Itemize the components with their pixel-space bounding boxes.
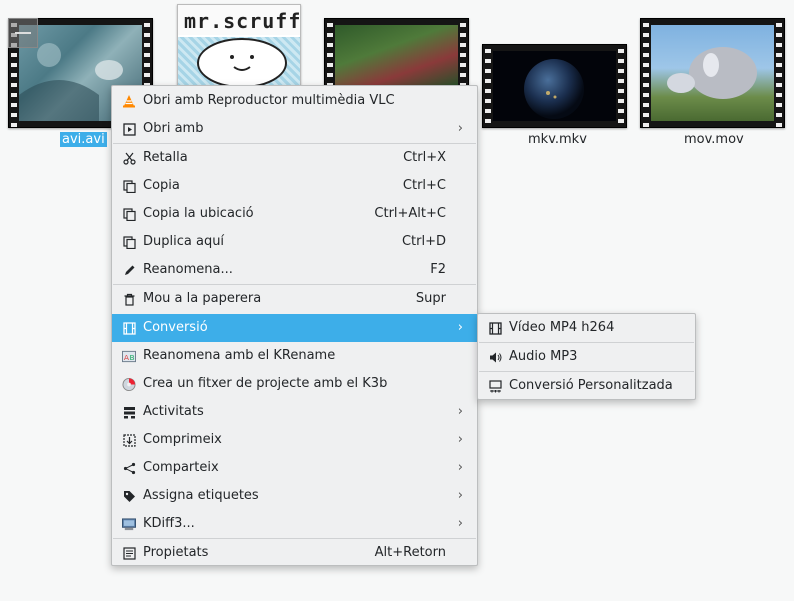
submenu-item-custom[interactable]: Conversió Personalitzada [478, 372, 695, 400]
svg-text:B: B [129, 352, 134, 361]
menu-item-activities[interactable]: Activitats › [112, 398, 477, 426]
menu-item-properties[interactable]: Propietats Alt+Retorn [112, 539, 477, 567]
open-with-icon [122, 122, 136, 136]
duplicate-icon [122, 235, 136, 249]
submenu-item-mp3[interactable]: Audio MP3 [478, 343, 695, 371]
menu-item-open-vlc[interactable]: Obri amb Reproductor multimèdia VLC [112, 87, 477, 115]
vlc-icon [122, 94, 136, 108]
compress-icon [122, 433, 136, 447]
krename-icon: AB [122, 349, 136, 363]
file-name: mov.mov [684, 132, 744, 147]
menu-item-conversion[interactable]: Conversió › [112, 314, 477, 342]
chevron-right-icon: › [457, 432, 463, 447]
chevron-right-icon: › [457, 516, 463, 531]
menu-item-compress[interactable]: Comprimeix › [112, 426, 477, 454]
activities-icon [122, 405, 136, 419]
copy-location-icon [122, 207, 136, 221]
share-icon [122, 461, 136, 475]
conversion-submenu: Vídeo MP4 h264 Audio MP3 Conversió Perso… [477, 313, 696, 400]
selection-toggle-icon[interactable] [8, 18, 38, 48]
copy-icon [122, 179, 136, 193]
k3b-icon [122, 377, 136, 391]
menu-item-kdiff3[interactable]: KDiff3... › [112, 510, 477, 538]
film-icon [488, 321, 502, 335]
file-name: avi.avi [60, 132, 107, 147]
menu-item-cut[interactable]: Retalla Ctrl+X [112, 144, 477, 172]
menu-item-move-to-trash[interactable]: Mou a la paperera Supr [112, 285, 477, 313]
menu-item-copy-location[interactable]: Copia la ubicació Ctrl+Alt+C [112, 200, 477, 228]
file-name: mkv.mkv [528, 132, 587, 147]
video-thumbnail[interactable] [482, 44, 627, 128]
menu-item-krename[interactable]: AB Reanomena amb el KRename [112, 342, 477, 370]
video-thumbnail[interactable] [324, 18, 469, 92]
properties-icon [122, 546, 136, 560]
video-thumbnail[interactable] [640, 18, 785, 128]
chevron-right-icon: › [457, 121, 463, 136]
context-menu: Obri amb Reproductor multimèdia VLC Obri… [111, 85, 478, 566]
image-thumbnail[interactable]: mr.scruff [177, 4, 301, 96]
menu-item-assign-tags[interactable]: Assigna etiquetes › [112, 482, 477, 510]
speaker-icon [488, 350, 502, 364]
menu-item-k3b[interactable]: Crea un fitxer de projecte amb el K3b [112, 370, 477, 398]
chevron-right-icon: › [457, 320, 463, 335]
submenu-item-mp4[interactable]: Vídeo MP4 h264 [478, 314, 695, 342]
menu-item-duplicate[interactable]: Duplica aquí Ctrl+D [112, 228, 477, 256]
menu-item-share[interactable]: Comparteix › [112, 454, 477, 482]
custom-convert-icon [488, 379, 502, 393]
kdiff3-icon [122, 517, 136, 531]
pencil-icon [122, 263, 136, 277]
chevron-right-icon: › [457, 488, 463, 503]
chevron-right-icon: › [457, 404, 463, 419]
menu-item-open-with[interactable]: Obri amb › [112, 115, 477, 143]
scissors-icon [122, 151, 136, 165]
tag-icon [122, 489, 136, 503]
menu-item-copy[interactable]: Copia Ctrl+C [112, 172, 477, 200]
trash-icon [122, 292, 136, 306]
logo-text: mr.scruff [184, 9, 301, 33]
film-icon [122, 321, 136, 335]
menu-item-rename[interactable]: Reanomena... F2 [112, 256, 477, 284]
chevron-right-icon: › [457, 460, 463, 475]
